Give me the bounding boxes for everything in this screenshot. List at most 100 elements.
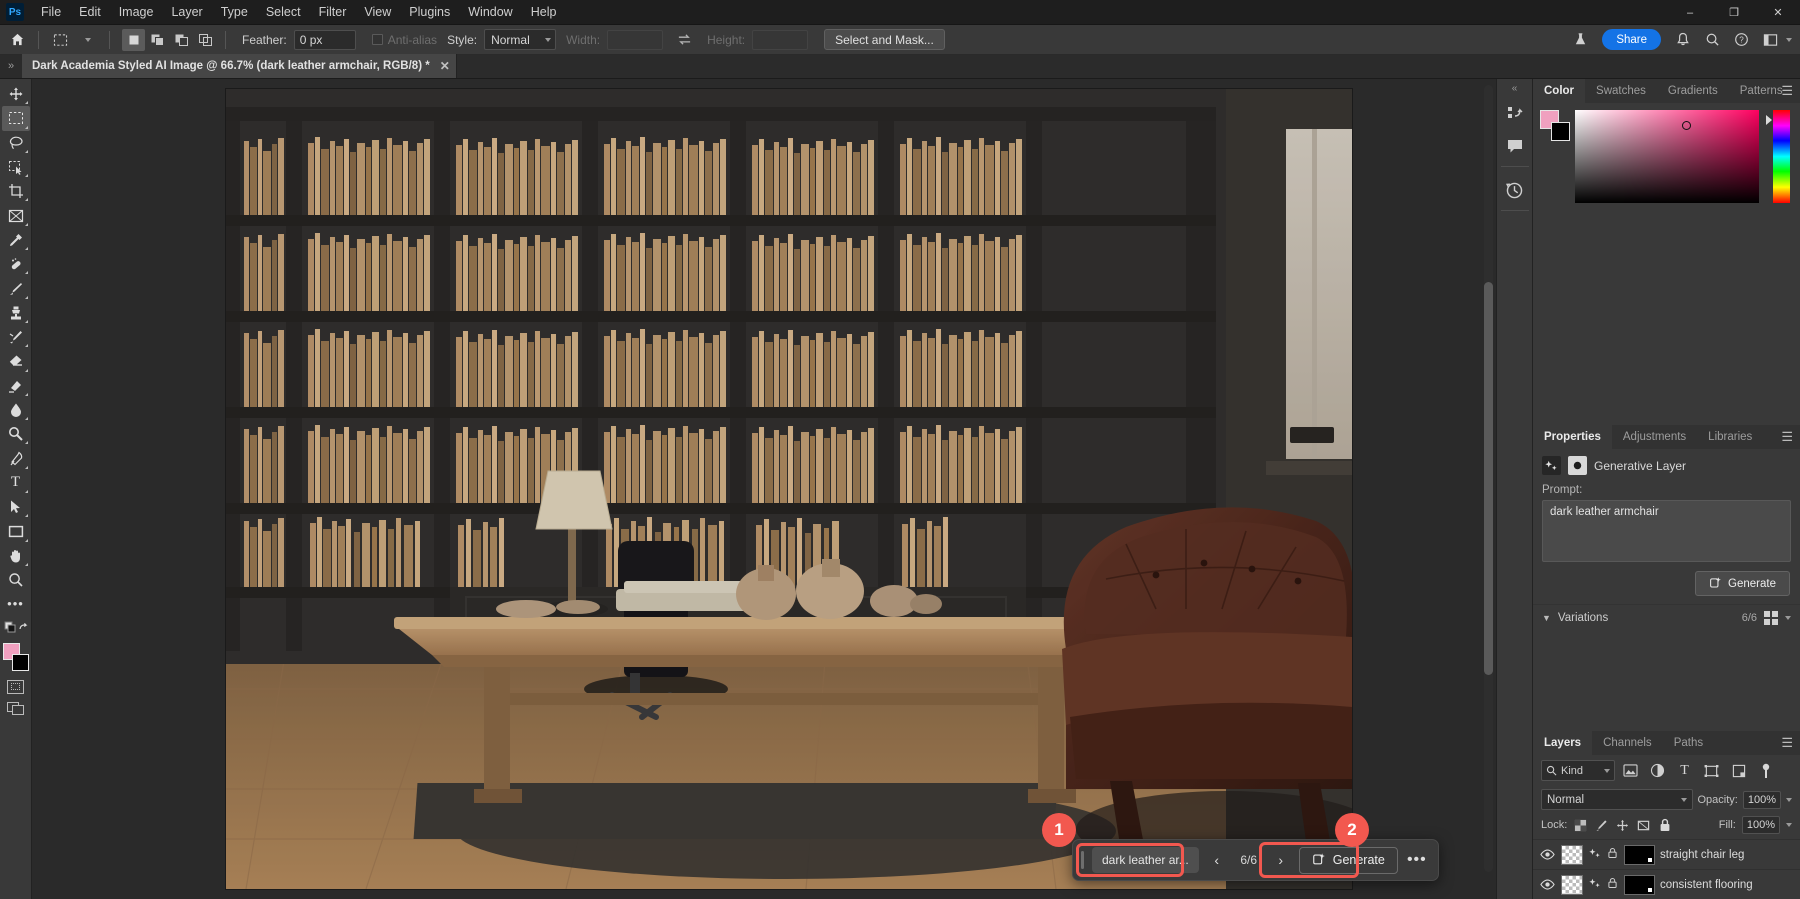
tab-libraries[interactable]: Libraries	[1697, 425, 1763, 449]
contextual-task-bar[interactable]: dark leather ar... ‹ 6/6 › Generate •••	[1072, 839, 1439, 881]
path-selection-tool[interactable]	[2, 495, 30, 519]
tab-swatches[interactable]: Swatches	[1585, 79, 1657, 103]
panel-menu-icon[interactable]: ☰	[1781, 425, 1793, 449]
width-input[interactable]	[607, 30, 663, 50]
eye-icon[interactable]	[1539, 849, 1556, 860]
layer-mask-thumbnail[interactable]	[1624, 845, 1655, 865]
grid-view-icon[interactable]	[1764, 611, 1778, 625]
menu-file[interactable]: File	[32, 2, 70, 22]
close-button[interactable]: ✕	[1756, 0, 1800, 25]
eye-icon[interactable]	[1539, 879, 1556, 890]
lasso-tool[interactable]	[2, 131, 30, 155]
properties-generate-button[interactable]: Generate	[1695, 571, 1790, 596]
lock-all-icon[interactable]	[1657, 818, 1672, 833]
chevron-down-icon[interactable]	[1786, 798, 1792, 802]
background-color-swatch[interactable]	[1551, 122, 1570, 141]
clone-stamp-tool[interactable]	[2, 301, 30, 325]
background-color-swatch[interactable]	[12, 654, 29, 671]
lock-artboard-icon[interactable]	[1636, 818, 1651, 833]
panel-menu-icon[interactable]: ☰	[1781, 731, 1793, 755]
history-icon[interactable]	[1500, 175, 1530, 205]
type-filter-icon[interactable]: T	[1673, 760, 1696, 781]
color-panel-swatches[interactable]	[1540, 110, 1568, 140]
share-button[interactable]: Share	[1602, 29, 1661, 50]
feather-input[interactable]: 0 px	[294, 30, 356, 50]
menu-image[interactable]: Image	[110, 2, 163, 22]
swap-dimensions-icon[interactable]	[671, 28, 697, 52]
intersect-selection-button[interactable]	[194, 29, 217, 51]
previous-variation-button[interactable]: ‹	[1205, 847, 1229, 873]
collapse-panels-icon[interactable]: «	[1497, 81, 1532, 95]
next-variation-button[interactable]: ›	[1269, 847, 1293, 873]
subtract-from-selection-button[interactable]	[170, 29, 193, 51]
tab-overflow-icon[interactable]: »	[0, 54, 22, 78]
default-colors-icon[interactable]	[2, 617, 30, 639]
canvas-area[interactable]: dark leather ar... ‹ 6/6 › Generate ••• …	[32, 79, 1496, 899]
brush-tool[interactable]	[2, 276, 30, 300]
comments-icon[interactable]	[1500, 131, 1530, 161]
hue-slider-wrap[interactable]	[1766, 110, 1792, 203]
shape-filter-icon[interactable]	[1700, 760, 1723, 781]
flask-icon[interactable]	[1567, 28, 1593, 52]
add-to-selection-button[interactable]	[146, 29, 169, 51]
new-selection-button[interactable]	[122, 29, 145, 51]
lock-position-icon[interactable]	[1615, 818, 1630, 833]
bell-icon[interactable]	[1670, 28, 1696, 52]
layer-thumbnail[interactable]	[1561, 845, 1583, 865]
help-icon[interactable]: ?	[1728, 28, 1754, 52]
lock-image-icon[interactable]	[1594, 818, 1609, 833]
home-icon[interactable]	[4, 28, 30, 52]
dodge-tool[interactable]	[2, 422, 30, 446]
pen-tool[interactable]	[2, 446, 30, 470]
variations-row[interactable]: ▼ Variations 6/6	[1533, 604, 1800, 631]
prompt-chip[interactable]: dark leather ar...	[1092, 847, 1199, 873]
hand-tool[interactable]	[2, 544, 30, 568]
menu-filter[interactable]: Filter	[310, 2, 356, 22]
lock-transparency-icon[interactable]	[1573, 818, 1588, 833]
menu-edit[interactable]: Edit	[70, 2, 110, 22]
close-icon[interactable]: ✕	[440, 59, 450, 73]
canvas-vertical-scrollbar[interactable]	[1484, 85, 1493, 872]
height-input[interactable]	[752, 30, 808, 50]
fill-input[interactable]: 100%	[1742, 816, 1780, 834]
tab-gradients[interactable]: Gradients	[1657, 79, 1729, 103]
drag-handle-icon[interactable]	[1081, 851, 1084, 869]
frame-tool[interactable]	[2, 203, 30, 227]
prompt-textarea[interactable]: dark leather armchair	[1542, 500, 1791, 562]
opacity-input[interactable]: 100%	[1743, 791, 1781, 809]
menu-window[interactable]: Window	[459, 2, 521, 22]
menu-help[interactable]: Help	[522, 2, 566, 22]
more-options-icon[interactable]: •••	[1404, 847, 1430, 873]
eyedropper-tool[interactable]	[2, 228, 30, 252]
color-field[interactable]	[1575, 110, 1759, 203]
tab-paths[interactable]: Paths	[1663, 731, 1714, 755]
object-selection-tool[interactable]	[2, 155, 30, 179]
scrollbar-thumb[interactable]	[1484, 282, 1493, 676]
toggle-filters-icon[interactable]	[1754, 760, 1777, 781]
smart-object-filter-icon[interactable]	[1727, 760, 1750, 781]
maximize-button[interactable]: ❐	[1712, 0, 1756, 25]
menu-view[interactable]: View	[355, 2, 400, 22]
tab-layers[interactable]: Layers	[1533, 731, 1592, 755]
hue-slider[interactable]	[1773, 110, 1790, 203]
generate-button[interactable]: Generate	[1299, 847, 1398, 874]
zoom-tool[interactable]	[2, 568, 30, 592]
minimize-button[interactable]: –	[1668, 0, 1712, 25]
color-picker-body[interactable]	[1533, 103, 1800, 209]
rectangular-marquee-tool[interactable]	[2, 106, 30, 130]
blend-mode-select[interactable]: Normal	[1541, 789, 1693, 810]
spot-healing-brush-tool[interactable]	[2, 252, 30, 276]
color-swatches[interactable]	[2, 643, 30, 673]
move-tool[interactable]	[2, 82, 30, 106]
style-select[interactable]: Normal	[484, 29, 556, 50]
type-tool[interactable]: T	[2, 471, 30, 495]
chevron-down-icon[interactable]	[1785, 616, 1791, 620]
link-mask-icon[interactable]	[1606, 847, 1619, 862]
menu-select[interactable]: Select	[257, 2, 310, 22]
document-tab[interactable]: Dark Academia Styled AI Image @ 66.7% (d…	[22, 54, 457, 78]
chevron-down-icon[interactable]: ▼	[1542, 613, 1551, 623]
menu-type[interactable]: Type	[212, 2, 257, 22]
rectangular-marquee-icon[interactable]	[47, 28, 73, 52]
layer-mask-thumbnail[interactable]	[1624, 875, 1655, 895]
tab-color[interactable]: Color	[1533, 79, 1585, 103]
